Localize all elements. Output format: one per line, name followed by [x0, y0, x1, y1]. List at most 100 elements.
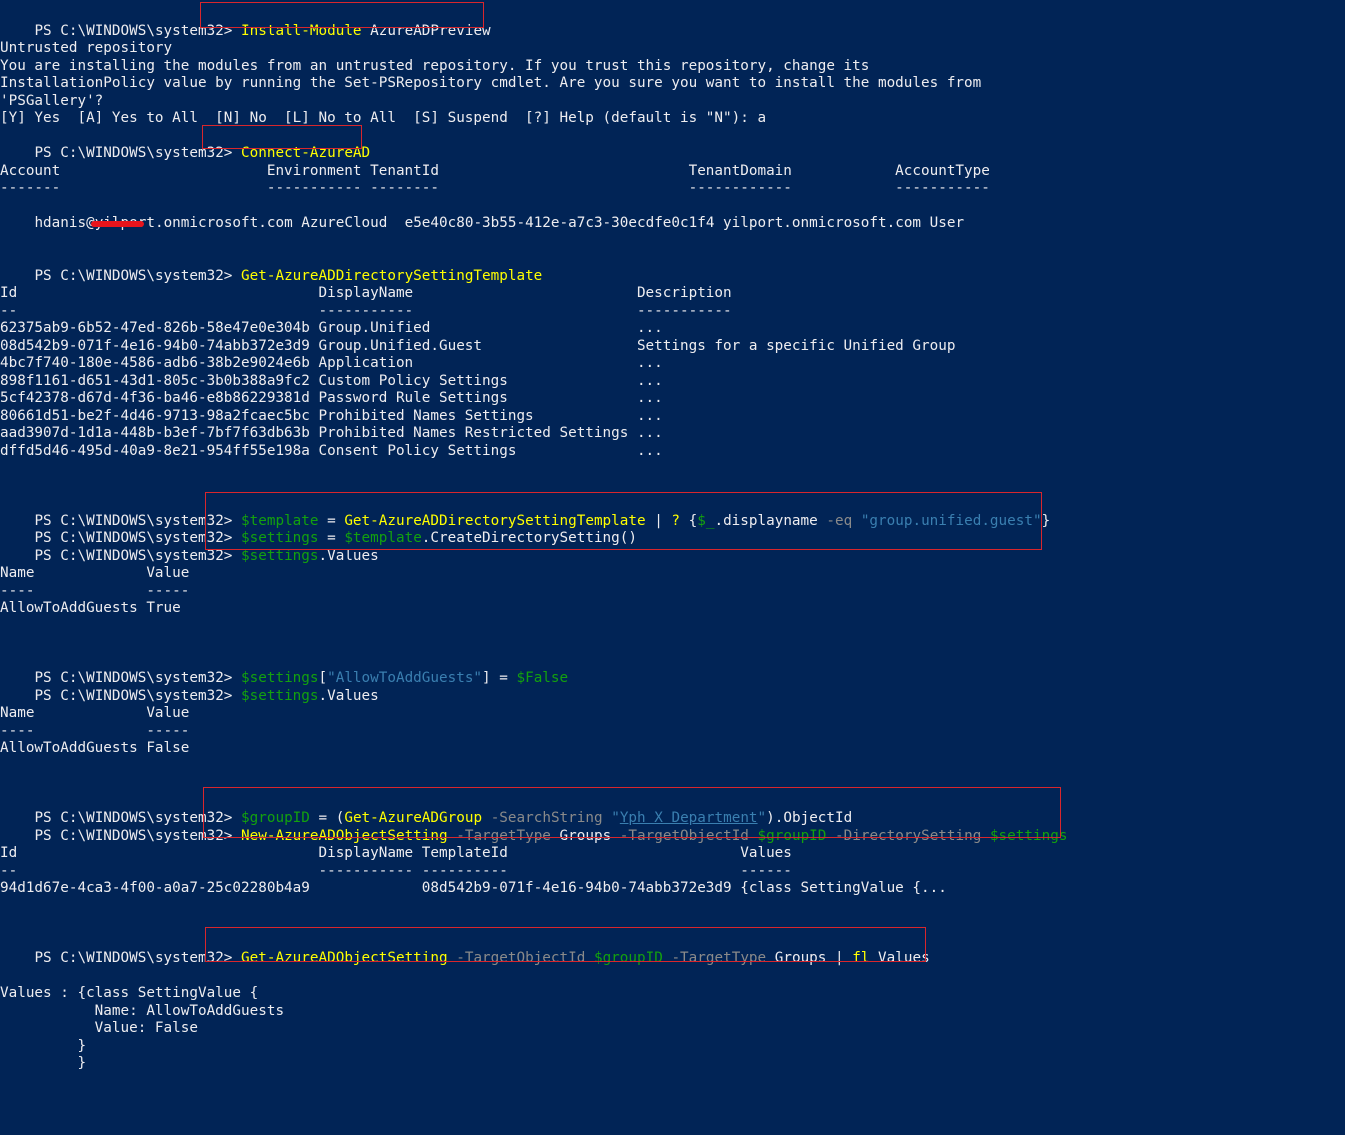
- values-table-2-row: AllowToAddGuests False: [0, 740, 190, 756]
- command-install-module: Install-Module AzureADPreview: [241, 23, 491, 39]
- prompt-line-settings-values-2: PS C:\WINDOWS\system32> $settings.Values: [0, 670, 378, 704]
- prompt-line-get-object-setting: PS C:\WINDOWS\system32> Get-AzureADObjec…: [0, 933, 929, 966]
- text-token: .Values: [318, 687, 379, 704]
- prompt-text: PS C:\WINDOWS\system32>: [34, 145, 242, 161]
- text-token: {: [680, 512, 698, 529]
- command-get-object-setting: Get-AzureADObjectSetting -TargetObjectId…: [241, 950, 930, 966]
- variable-token: $groupID: [757, 827, 827, 844]
- redaction-mark: yilpor: [90, 215, 147, 231]
- text-token: }: [1041, 512, 1051, 529]
- text-token: AzureADPreview: [361, 22, 491, 39]
- prompt-line-new-object-setting: PS C:\WINDOWS\system32> New-AzureADObjec…: [0, 810, 1067, 844]
- variable-token: $False: [516, 670, 569, 686]
- powershell-terminal[interactable]: PS C:\WINDOWS\system32> Install-Module A…: [0, 0, 1345, 1135]
- command-get-template: Get-AzureADDirectorySettingTemplate: [241, 268, 542, 284]
- variable-token: $settings: [241, 547, 319, 564]
- final-output-line: }: [0, 1055, 87, 1071]
- prompt-text: PS C:\WINDOWS\system32>: [34, 22, 242, 39]
- template-table-row: aad3907d-1d1a-448b-b3ef-7bf7f63db63b Pro…: [0, 425, 663, 441]
- parameter-token: -TargetObjectId: [456, 950, 586, 966]
- template-table-row: 4bc7f740-180e-4586-adb6-38b2e9024e6b App…: [0, 355, 663, 371]
- prompt-text: PS C:\WINDOWS\system32>: [34, 267, 242, 284]
- template-table-row: 62375ab9-6b52-47ed-826b-58e47e0e304b Gro…: [0, 320, 663, 336]
- command-settings-values-2: $settings.Values: [241, 688, 379, 704]
- template-table-row: 5cf42378-d67d-4f36-ba46-e8b86229381d Pas…: [0, 390, 663, 406]
- parameter-token: -DirectorySetting: [835, 827, 982, 844]
- final-output-line: Value: False: [0, 1020, 198, 1036]
- values-table-1-header: Name Value: [0, 565, 190, 581]
- values-table-1-divider: ---- -----: [0, 582, 190, 599]
- cmdlet-token: fl: [852, 950, 870, 966]
- cmdlet-token: New-AzureADObjectSetting: [241, 827, 448, 844]
- command-settings-values: $settings.Values: [241, 548, 379, 564]
- cmdlet-token: Get-AzureADDirectorySettingTemplate: [241, 267, 543, 284]
- text-token: .Values: [318, 547, 379, 564]
- cmdlet-token: ?: [671, 512, 681, 529]
- account-table-header: Account Environment TenantId TenantDomai…: [0, 162, 990, 179]
- prompt-line-template-assign: PS C:\WINDOWS\system32> $template = Get-…: [0, 495, 1050, 529]
- final-output-line: Values : {class SettingValue {: [0, 985, 259, 1001]
- text-token: Groups |: [766, 950, 853, 966]
- variable-token: $settings: [241, 687, 319, 704]
- object-table-divider: -- ----------- ---------- ------: [0, 862, 792, 879]
- install-choices-prompt: [Y] Yes [A] Yes to All [N] No [L] No to …: [0, 110, 767, 126]
- account-row-rest: t.onmicrosoft.com AzureCloud e5e40c80-3b…: [146, 215, 965, 231]
- untrusted-message-line-2: InstallationPolicy value by running the …: [0, 75, 982, 91]
- values-table-2-header: Name Value: [0, 705, 190, 721]
- untrusted-message-line-1: You are installing the modules from an u…: [0, 57, 870, 74]
- prompt-text: PS C:\WINDOWS\system32>: [34, 687, 242, 704]
- final-output-line: }: [0, 1037, 87, 1054]
- text-token: .displayname: [714, 512, 827, 529]
- string-token: "group.unified.guest": [860, 512, 1042, 529]
- command-new-object-setting: New-AzureADObjectSetting -TargetType Gro…: [241, 828, 1067, 844]
- template-table-row: dffd5d46-495d-40a9-8e21-954ff55e198a Con…: [0, 442, 663, 459]
- variable-token: $settings: [989, 827, 1068, 844]
- prompt-text: PS C:\WINDOWS\system32>: [34, 547, 242, 564]
- cmdlet-token: Install-Module: [241, 22, 362, 39]
- variable-token: $_: [697, 512, 715, 529]
- parameter-token: -TargetObjectId: [619, 827, 749, 844]
- untrusted-message-line-3: 'PSGallery'?: [0, 92, 104, 109]
- text-token: .CreateDirectorySetting(): [421, 530, 637, 546]
- text-token: |: [645, 512, 672, 529]
- final-output-line: Name: AllowToAddGuests: [0, 1002, 285, 1019]
- command-connect-azuread: Connect-AzureAD: [241, 145, 370, 161]
- object-table-row: 94d1d67e-4ca3-4f00-a0a7-25c02280b4a9 08d…: [0, 880, 947, 896]
- prompt-text: PS C:\WINDOWS\system32>: [34, 950, 242, 966]
- account-prefix: hdanis@: [34, 215, 95, 231]
- cmdlet-token: Connect-AzureAD: [241, 145, 371, 161]
- account-table-divider: ------- ----------- -------- -----------…: [0, 180, 990, 196]
- prompt-line-settings-create: PS C:\WINDOWS\system32> $settings = $tem…: [0, 513, 637, 546]
- template-table-row: 898f1161-d651-43d1-805c-3b0b388a9fc2 Cus…: [0, 372, 663, 389]
- parameter-token: -TargetType: [456, 827, 551, 844]
- untrusted-repository-title: Untrusted repository: [0, 40, 173, 56]
- text-token: Values: [869, 950, 930, 966]
- values-table-1-row: AllowToAddGuests True: [0, 600, 181, 616]
- prompt-line-group-id: PS C:\WINDOWS\system32> $groupID = (Get-…: [0, 793, 852, 826]
- cmdlet-token: Get-AzureADObjectSetting: [241, 950, 448, 966]
- template-table-header: Id DisplayName Description: [0, 285, 732, 301]
- values-table-2-divider: ---- -----: [0, 722, 190, 739]
- template-table-row: 80661d51-be2f-4d46-9713-98a2fcaec5bc Pro…: [0, 407, 663, 424]
- text-token: ] =: [482, 670, 517, 686]
- prompt-text: PS C:\WINDOWS\system32>: [34, 827, 242, 844]
- prompt-line-get-template: PS C:\WINDOWS\system32> Get-AzureADDirec…: [0, 250, 542, 284]
- prompt-line-settings-values: PS C:\WINDOWS\system32> $settings.Values: [0, 530, 378, 564]
- object-table-header: Id DisplayName TemplateId Values: [0, 845, 792, 861]
- parameter-token: -eq: [826, 512, 853, 529]
- prompt-line-set-false: PS C:\WINDOWS\system32> $settings["Allow…: [0, 653, 568, 686]
- account-table-row: hdanis@yilport.onmicrosoft.com AzureClou…: [0, 198, 964, 231]
- template-table-divider: -- ----------- -----------: [0, 302, 732, 319]
- parameter-token: -TargetType: [671, 950, 767, 966]
- prompt-line-install-module: PS C:\WINDOWS\system32> Install-Module A…: [0, 5, 490, 39]
- prompt-line-current[interactable]: PS C:\WINDOWS\system32>: [0, 1123, 241, 1135]
- template-table-row: 08d542b9-071f-4e16-94b0-74abb372e3d9 Gro…: [0, 337, 956, 354]
- prompt-line-connect-azuread: PS C:\WINDOWS\system32> Connect-AzureAD: [0, 128, 370, 161]
- variable-token: $groupID: [593, 950, 663, 966]
